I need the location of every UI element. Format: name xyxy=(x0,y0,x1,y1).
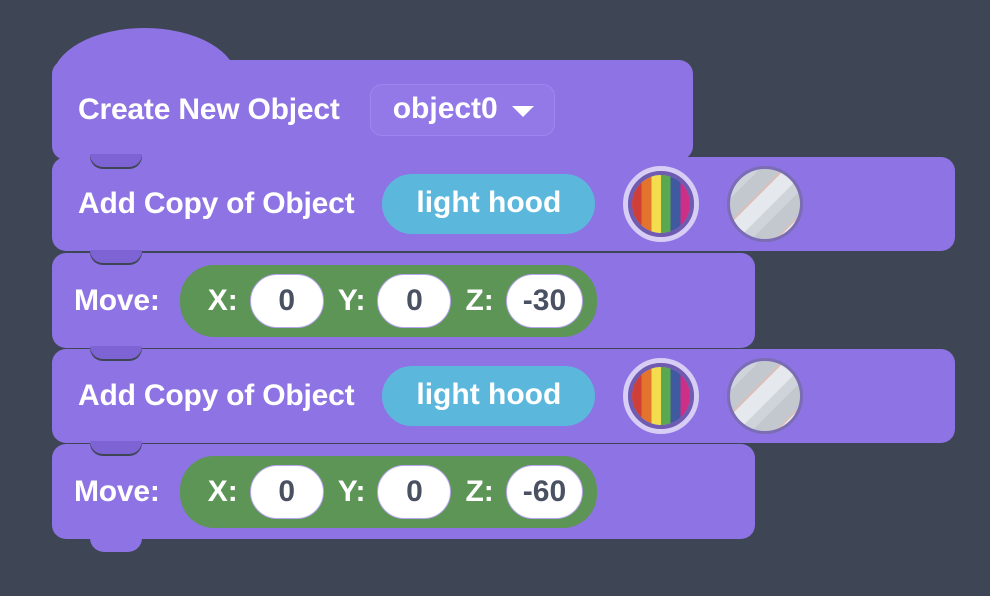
move-z-input[interactable]: -60 xyxy=(505,464,584,519)
block-bottom-nub xyxy=(90,538,142,552)
hat-block-dome xyxy=(52,28,237,84)
object-dropdown-value: object0 xyxy=(392,92,498,125)
move-x-input[interactable]: 0 xyxy=(249,464,324,519)
block-top-notch xyxy=(90,346,142,361)
move-y-input[interactable]: 0 xyxy=(377,464,452,519)
block-label-move: Move: xyxy=(74,474,160,508)
axis-label-x: X: xyxy=(207,283,238,317)
diagonal-stripe-fill xyxy=(730,169,801,239)
axis-label-z: Z: xyxy=(465,283,494,317)
block-top-notch xyxy=(90,441,142,456)
chevron-down-icon xyxy=(511,105,534,117)
block-top-notch xyxy=(90,250,142,265)
block-move-1[interactable]: Move: X: 0 Y: 0 Z: -30 xyxy=(52,250,755,361)
gray-texture-swatch[interactable] xyxy=(727,358,804,434)
swatch-inner xyxy=(628,171,695,237)
block-label-add-copy-of-object: Add Copy of Object xyxy=(78,379,355,412)
object-dropdown[interactable]: object0 xyxy=(369,84,555,136)
object-name-field[interactable]: light hood xyxy=(382,174,596,234)
axis-label-x: X: xyxy=(207,474,238,508)
diagonal-stripe-fill xyxy=(730,361,801,431)
block-workspace-canvas[interactable]: Create New Object object0 Add Copy of Ob… xyxy=(0,0,990,596)
move-z-input[interactable]: -30 xyxy=(505,273,584,328)
block-add-copy-of-object-2[interactable]: Add Copy of Object light hood xyxy=(52,346,955,456)
rainbow-color-swatch[interactable] xyxy=(623,166,700,242)
move-coordinates-group: X: 0 Y: 0 Z: -30 xyxy=(179,264,598,337)
block-label-add-copy-of-object: Add Copy of Object xyxy=(78,187,355,220)
swatch-inner xyxy=(628,363,695,429)
block-move-2[interactable]: Move: X: 0 Y: 0 Z: -60 xyxy=(52,441,755,552)
block-label-move: Move: xyxy=(74,283,160,317)
swatch-inner xyxy=(727,166,804,242)
swatch-inner xyxy=(727,358,804,434)
object-name-field[interactable]: light hood xyxy=(382,366,596,426)
move-x-input[interactable]: 0 xyxy=(249,273,324,328)
block-add-copy-of-object-1[interactable]: Add Copy of Object light hood xyxy=(52,154,955,264)
block-create-new-object[interactable]: Create New Object object0 xyxy=(52,28,693,173)
rainbow-gradient-fill xyxy=(632,367,691,425)
rainbow-color-swatch[interactable] xyxy=(623,358,700,434)
axis-label-y: Y: xyxy=(337,283,366,317)
move-coordinates-group: X: 0 Y: 0 Z: -60 xyxy=(179,455,598,528)
axis-label-z: Z: xyxy=(465,474,494,508)
gray-texture-swatch[interactable] xyxy=(727,166,804,242)
block-label-create-new-object: Create New Object xyxy=(78,93,340,126)
move-y-input[interactable]: 0 xyxy=(377,273,452,328)
rainbow-gradient-fill xyxy=(632,175,691,233)
axis-label-y: Y: xyxy=(337,474,366,508)
block-top-notch xyxy=(90,154,142,169)
